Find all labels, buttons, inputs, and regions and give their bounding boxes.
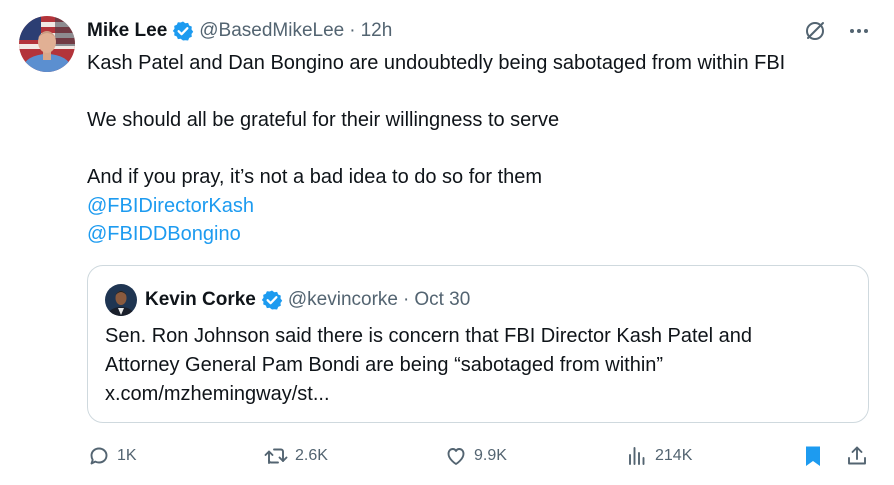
tweet-header: Mike Lee @BasedMikeLee · 12h: [87, 18, 392, 44]
quoted-author-handle[interactable]: @kevincorke: [288, 289, 398, 311]
tweet-text: Kash Patel and Dan Bongino are undoubted…: [87, 49, 877, 249]
tweet-line: We should all be grateful for their will…: [87, 109, 560, 131]
bookmark-icon: [806, 446, 820, 466]
share-icon: [848, 446, 866, 465]
quoted-tweet-date[interactable]: Oct 30: [414, 289, 470, 311]
reply-icon: [90, 447, 108, 465]
quoted-tweet[interactable]: Kevin Corke @kevincorke · Oct 30 Sen. Ro…: [87, 265, 869, 423]
like-button[interactable]: 9.9K: [444, 441, 507, 471]
quoted-author-name[interactable]: Kevin Corke: [145, 289, 256, 311]
share-button[interactable]: [845, 441, 875, 471]
mention-link[interactable]: @FBIDirectorKash: [87, 195, 254, 217]
view-count: 214K: [655, 447, 693, 464]
mention-link[interactable]: @FBIDDBongino: [87, 223, 241, 245]
verified-badge-icon: [261, 289, 283, 311]
views-icon: [629, 447, 645, 465]
more-icon[interactable]: [846, 18, 872, 44]
author-handle[interactable]: @BasedMikeLee: [199, 20, 344, 42]
verified-badge-icon: [172, 20, 194, 42]
header-separator: ·: [402, 289, 410, 310]
bookmark-button[interactable]: [802, 441, 830, 471]
author-avatar[interactable]: [19, 16, 75, 72]
reply-count: 1K: [117, 447, 137, 464]
repost-button[interactable]: 2.6K: [263, 441, 328, 471]
tweet-line: And if you pray, it’s not a bad idea to …: [87, 166, 543, 188]
reply-button[interactable]: 1K: [87, 441, 137, 471]
quoted-tweet-line: Sen. Ron Johnson said there is concern t…: [105, 325, 753, 347]
tweet-time[interactable]: 12h: [361, 20, 393, 42]
author-name[interactable]: Mike Lee: [87, 20, 167, 42]
quoted-author-avatar[interactable]: [105, 284, 137, 316]
like-count: 9.9K: [474, 447, 507, 464]
top-actions: [802, 18, 872, 44]
repost-count: 2.6K: [295, 447, 328, 464]
quoted-tweet-line: Attorney General Pam Bondi are being “sa…: [105, 354, 664, 376]
header-separator: ·: [349, 20, 356, 41]
views-button[interactable]: 214K: [625, 441, 692, 471]
quoted-tweet-header: Kevin Corke @kevincorke · Oct 30: [105, 284, 470, 316]
quoted-tweet-text: Sen. Ron Johnson said there is concern t…: [105, 322, 845, 409]
quoted-tweet-link[interactable]: x.com/mzhemingway/st...: [105, 380, 845, 409]
repost-icon: [264, 448, 288, 464]
tweet-line: Kash Patel and Dan Bongino are undoubted…: [87, 52, 786, 74]
grok-icon[interactable]: [802, 18, 828, 44]
like-icon: [447, 448, 465, 465]
action-bar: 1K 2.6K 9.9K 214K: [87, 441, 877, 471]
